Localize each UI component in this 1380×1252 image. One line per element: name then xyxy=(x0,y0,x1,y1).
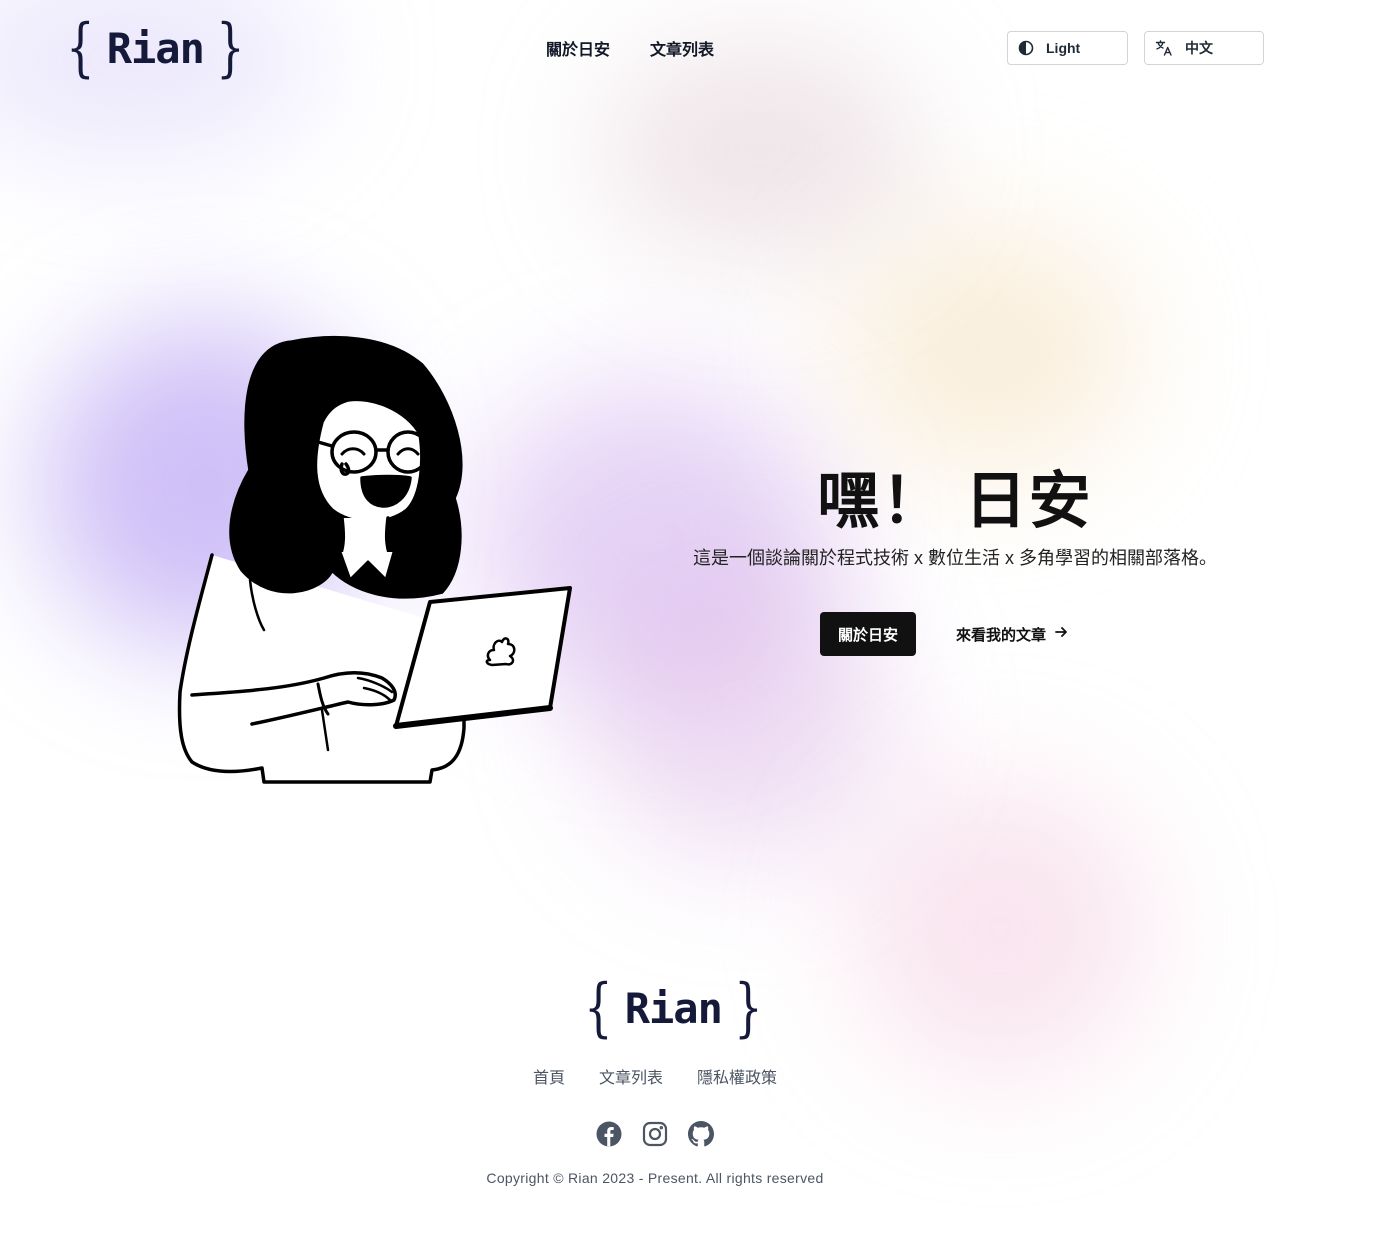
github-icon[interactable] xyxy=(688,1121,714,1147)
language-select[interactable]: 中文 xyxy=(1144,31,1264,65)
bg-blob xyxy=(590,560,890,860)
logo-open-brace: { xyxy=(584,971,613,1045)
site-header: { Rian } 關於日安 文章列表 Light 中文 xyxy=(0,0,1380,96)
copyright-text: Copyright © Rian 2023 - Present. All rig… xyxy=(486,1170,824,1186)
footer-nav-privacy[interactable]: 隱私權政策 xyxy=(697,1064,777,1088)
footer-logo[interactable]: { Rian } xyxy=(578,976,769,1040)
translate-icon xyxy=(1155,39,1173,57)
language-select-label: 中文 xyxy=(1185,40,1213,56)
main-nav: 關於日安 文章列表 xyxy=(546,36,714,60)
bg-blob xyxy=(850,780,1150,1080)
footer-nav-home[interactable]: 首頁 xyxy=(533,1064,565,1088)
theme-toggle[interactable]: Light xyxy=(1007,31,1128,65)
theme-toggle-label: Light xyxy=(1046,40,1081,56)
logo-close-brace: } xyxy=(215,11,245,85)
hero-title: 嘿！ 日安 xyxy=(817,467,1093,536)
page: { Rian } 關於日安 文章列表 Light 中文 嘿！ 日安 這是一個談論… xyxy=(0,0,1380,1252)
view-articles-label: 來看我的文章 xyxy=(956,626,1047,644)
logo-open-brace: { xyxy=(66,11,95,85)
arrow-right-icon xyxy=(1054,625,1068,643)
about-button[interactable]: 關於日安 xyxy=(820,612,916,656)
nav-item-about[interactable]: 關於日安 xyxy=(546,36,610,60)
footer-nav-articles[interactable]: 文章列表 xyxy=(599,1064,663,1088)
bg-blob xyxy=(840,220,1140,480)
facebook-icon[interactable] xyxy=(596,1121,622,1147)
girl-with-laptop-illustration xyxy=(172,330,582,795)
nav-item-articles[interactable]: 文章列表 xyxy=(650,36,714,60)
footer-logo-text: Rian xyxy=(624,983,723,1033)
social-links xyxy=(596,1121,714,1147)
view-articles-link[interactable]: 來看我的文章 xyxy=(956,622,1068,646)
instagram-icon[interactable] xyxy=(642,1121,668,1147)
site-logo[interactable]: { Rian } xyxy=(60,16,251,80)
footer-nav: 首頁 文章列表 隱私權政策 xyxy=(0,1064,1310,1088)
logo-close-brace: } xyxy=(733,971,763,1045)
logo-text: Rian xyxy=(106,23,205,73)
contrast-icon xyxy=(1018,40,1034,56)
hero-description: 這是一個談論關於程式技術 x 數位生活 x 多角學習的相關部落格。 xyxy=(692,548,1217,568)
